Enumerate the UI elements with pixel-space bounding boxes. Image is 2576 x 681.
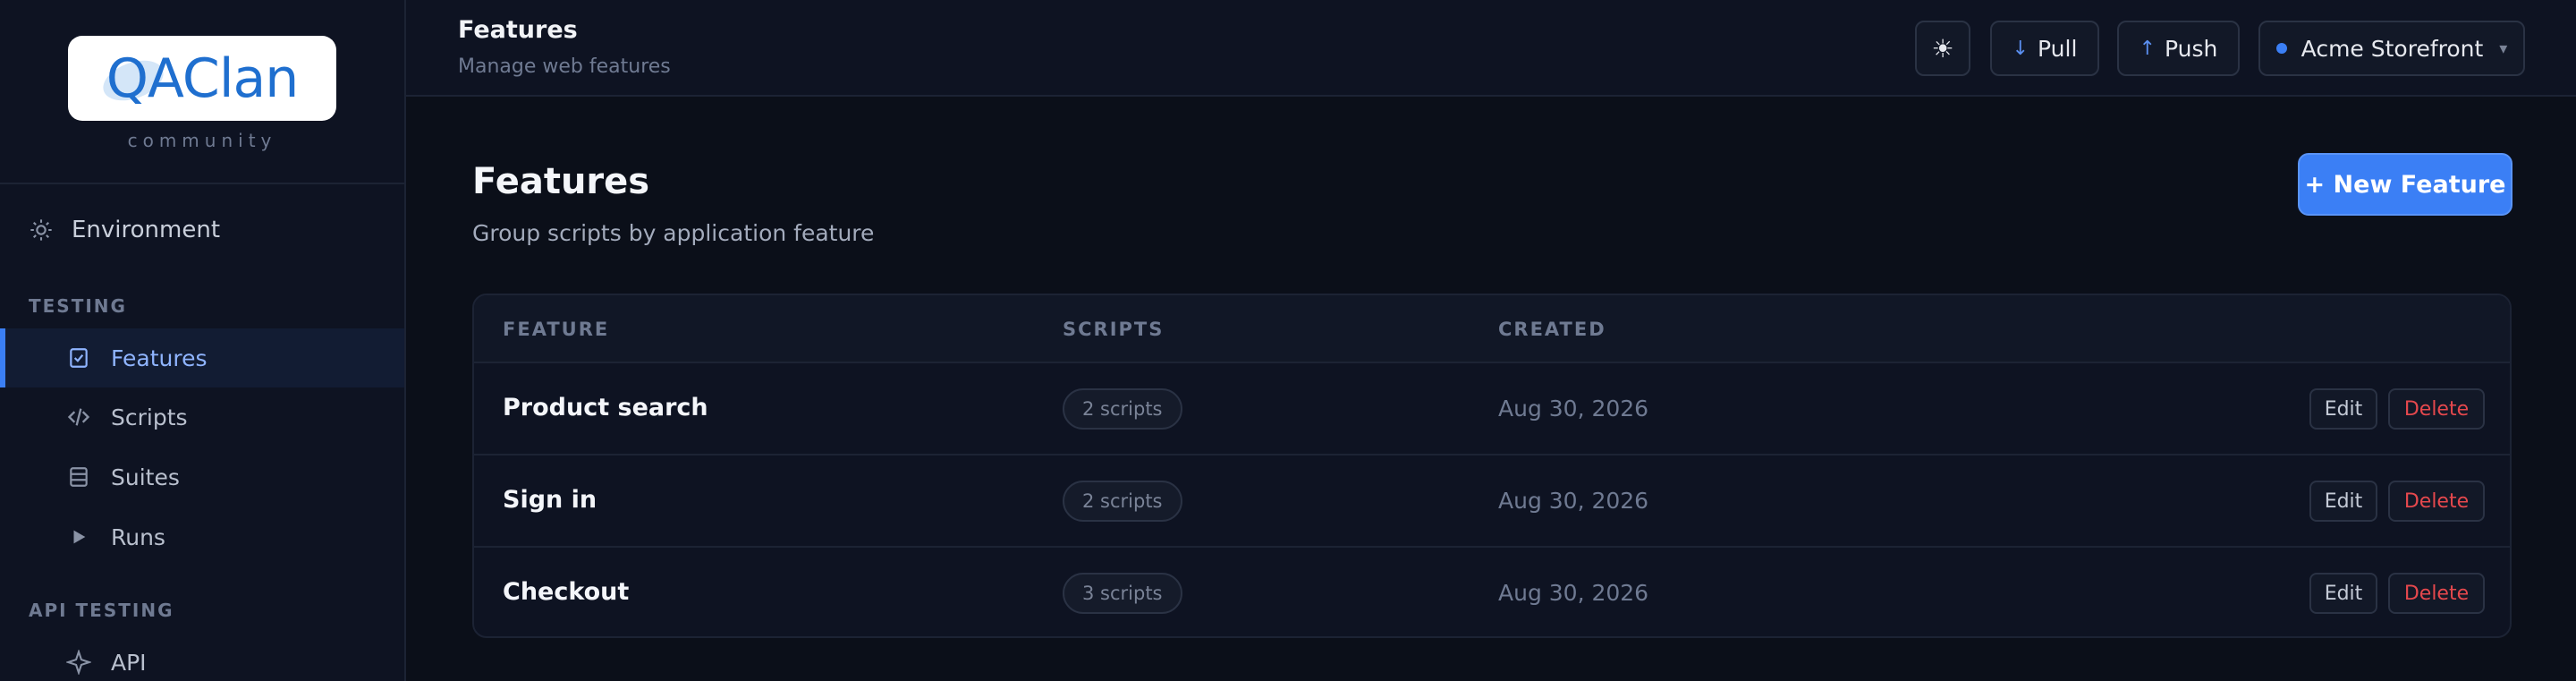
sidebar-item-api[interactable]: API [0,633,404,681]
theme-toggle-button[interactable]: ☀ [1915,21,1970,76]
new-feature-button[interactable]: + New Feature [2298,153,2512,216]
section-label-testing: TESTING [29,295,127,317]
sidebar-item-label: Environment [72,217,221,243]
column-header-scripts[interactable]: SCRIPTS [1063,319,1164,340]
logo[interactable]: QAClan [68,36,336,121]
topbar: Features Manage web features ☀ ↓ Pull ↑ … [406,0,2576,97]
scripts-count-badge: 2 scripts [1063,388,1182,430]
column-header-created[interactable]: CREATED [1498,319,1606,340]
sun-icon [30,219,52,241]
sidebar-item-features[interactable]: Features [0,328,404,387]
sidebar-item-label: API [111,649,147,676]
page-subtitle: Manage web features [458,55,671,78]
sidebar: QAClan community Environment TESTING Fea… [0,0,406,681]
column-header-feature[interactable]: FEATURE [503,319,609,340]
delete-button[interactable]: Delete [2388,481,2485,522]
logo-tagline: community [127,130,277,151]
table-row[interactable]: Sign in 2 scripts Aug 30, 2026 Edit Dele… [474,455,2510,548]
feature-name: Sign in [503,486,597,514]
scripts-count-badge: 2 scripts [1063,481,1182,522]
sidebar-item-suites[interactable]: Suites [0,447,404,506]
sidebar-item-label: Runs [111,524,165,550]
section-title: Features [472,161,650,202]
push-label: Push [2165,35,2218,62]
chevron-down-icon: ▾ [2499,38,2508,58]
arrow-up-icon: ↑ [2139,37,2157,60]
created-date: Aug 30, 2026 [1498,396,1649,421]
table-row[interactable]: Checkout 3 scripts Aug 30, 2026 Edit Del… [474,548,2510,636]
arrow-down-icon: ↓ [2012,37,2029,60]
table-row[interactable]: Product search 2 scripts Aug 30, 2026 Ed… [474,363,2510,455]
checklist-icon [66,345,91,370]
pull-button[interactable]: ↓ Pull [1990,21,2099,76]
sparkle-icon [66,650,91,675]
section-subtitle: Group scripts by application feature [472,220,875,246]
push-button[interactable]: ↑ Push [2117,21,2240,76]
edit-button[interactable]: Edit [2309,481,2377,522]
code-icon [66,404,91,430]
delete-button[interactable]: Delete [2388,573,2485,614]
sidebar-item-environment[interactable]: Environment [29,217,220,243]
page-title: Features [458,16,578,44]
logo-text: QAClan [106,47,300,110]
play-icon [66,524,91,549]
pull-label: Pull [2038,35,2078,62]
delete-button[interactable]: Delete [2388,388,2485,430]
section-label-api-testing: API TESTING [29,600,174,621]
created-date: Aug 30, 2026 [1498,488,1649,514]
created-date: Aug 30, 2026 [1498,580,1649,606]
scripts-count-badge: 3 scripts [1063,573,1182,614]
stack-icon [66,464,91,489]
project-label: Acme Storefront [2301,35,2484,62]
sidebar-item-label: Scripts [111,404,188,430]
sidebar-item-scripts[interactable]: Scripts [0,387,404,447]
project-select[interactable]: Acme Storefront ▾ [2258,21,2525,76]
status-dot-icon [2275,43,2287,54]
sidebar-item-runs[interactable]: Runs [0,507,404,566]
edit-button[interactable]: Edit [2309,573,2377,614]
brand: QAClan community [0,0,404,184]
sun-icon: ☀ [1931,33,1954,64]
sidebar-item-label: Features [111,345,208,371]
sidebar-item-label: Suites [111,464,180,490]
features-table: FEATURE SCRIPTS CREATED Product search 2… [472,294,2512,638]
feature-name: Checkout [503,578,630,606]
feature-name: Product search [503,394,708,421]
edit-button[interactable]: Edit [2309,388,2377,430]
table-header: FEATURE SCRIPTS CREATED [474,295,2510,363]
